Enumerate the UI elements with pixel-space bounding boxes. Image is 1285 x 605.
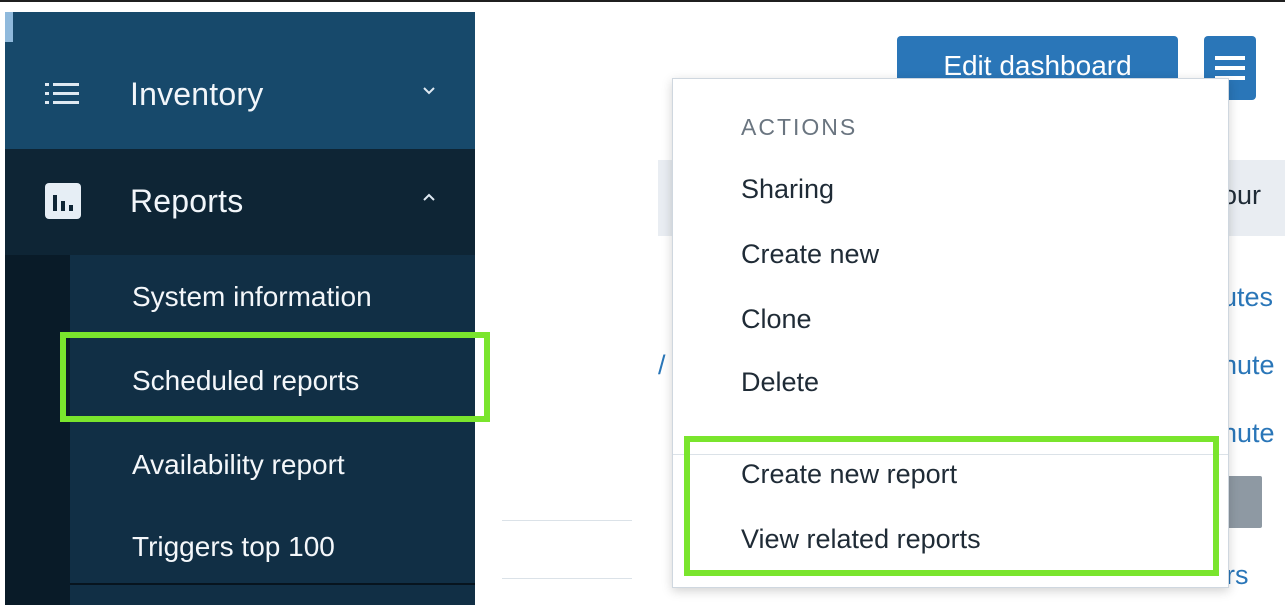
widget-link-fragment: / [658, 350, 666, 380]
chevron-down-icon[interactable] [417, 78, 441, 102]
divider [502, 520, 632, 521]
menu-item-delete[interactable]: Delete [741, 367, 819, 398]
sidebar-item-label: Reports [130, 183, 244, 219]
widget-link-fragment[interactable]: nute [1222, 350, 1275, 381]
highlight-box-scheduled-reports [60, 332, 490, 422]
sidebar-item-label: Inventory [130, 76, 264, 112]
reports-submenu: System information Scheduled reports Ava… [5, 255, 475, 605]
sidebar-item-reports[interactable]: Reports [5, 149, 475, 255]
submenu-indent [5, 255, 70, 605]
menu-item-clone[interactable]: Clone [741, 304, 812, 335]
sidebar: Inventory Reports System information Sch… [5, 12, 475, 605]
active-indicator [5, 12, 13, 42]
widget-link-fragment[interactable]: nute [1222, 418, 1275, 449]
menu-item-sharing[interactable]: Sharing [741, 174, 834, 205]
widget-link-fragment[interactable]: rs [1226, 560, 1249, 591]
dropdown-section-title: ACTIONS [741, 114, 858, 140]
submenu-item-availability-report[interactable]: Availability report [132, 445, 345, 485]
list-icon [43, 74, 83, 114]
bar-chart-icon [43, 181, 83, 221]
top-border-line [0, 0, 1285, 2]
divider [502, 578, 632, 579]
submenu-item-system-information[interactable]: System information [132, 277, 372, 317]
menu-item-create-new[interactable]: Create new [741, 239, 879, 270]
highlight-box-report-actions [684, 436, 1219, 576]
widget-link-fragment[interactable]: utes [1222, 282, 1273, 313]
sidebar-top-item[interactable] [5, 12, 475, 42]
chevron-up-icon[interactable] [417, 185, 441, 209]
sidebar-item-inventory[interactable]: Inventory [5, 42, 475, 149]
divider [70, 583, 475, 585]
submenu-item-triggers-top-100[interactable]: Triggers top 100 [132, 527, 335, 567]
